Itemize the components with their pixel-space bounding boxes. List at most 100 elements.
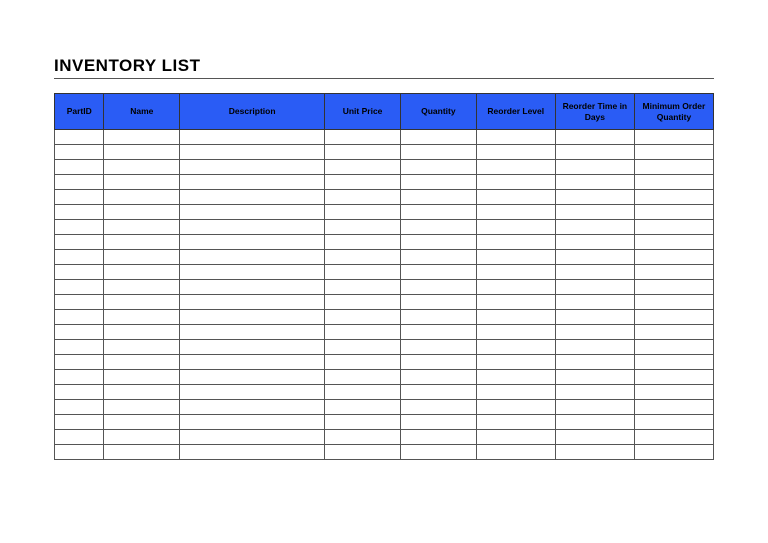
cell-reordertime[interactable] <box>555 235 634 250</box>
cell-reordertime[interactable] <box>555 295 634 310</box>
cell-description[interactable] <box>180 250 325 265</box>
cell-quantity[interactable] <box>400 325 476 340</box>
cell-name[interactable] <box>104 265 180 280</box>
cell-reordertime[interactable] <box>555 250 634 265</box>
cell-name[interactable] <box>104 325 180 340</box>
cell-name[interactable] <box>104 160 180 175</box>
cell-minorder[interactable] <box>634 400 713 415</box>
cell-quantity[interactable] <box>400 340 476 355</box>
cell-quantity[interactable] <box>400 175 476 190</box>
cell-minorder[interactable] <box>634 295 713 310</box>
cell-reorderlevel[interactable] <box>476 340 555 355</box>
cell-quantity[interactable] <box>400 235 476 250</box>
cell-minorder[interactable] <box>634 430 713 445</box>
cell-partid[interactable] <box>55 145 104 160</box>
cell-description[interactable] <box>180 130 325 145</box>
cell-reordertime[interactable] <box>555 220 634 235</box>
cell-quantity[interactable] <box>400 220 476 235</box>
cell-minorder[interactable] <box>634 145 713 160</box>
cell-partid[interactable] <box>55 430 104 445</box>
cell-name[interactable] <box>104 235 180 250</box>
cell-reorderlevel[interactable] <box>476 235 555 250</box>
cell-minorder[interactable] <box>634 325 713 340</box>
cell-minorder[interactable] <box>634 385 713 400</box>
cell-quantity[interactable] <box>400 385 476 400</box>
cell-quantity[interactable] <box>400 190 476 205</box>
cell-unitprice[interactable] <box>325 235 401 250</box>
cell-unitprice[interactable] <box>325 250 401 265</box>
cell-description[interactable] <box>180 280 325 295</box>
cell-reorderlevel[interactable] <box>476 415 555 430</box>
cell-unitprice[interactable] <box>325 415 401 430</box>
cell-description[interactable] <box>180 340 325 355</box>
cell-name[interactable] <box>104 310 180 325</box>
cell-partid[interactable] <box>55 160 104 175</box>
cell-partid[interactable] <box>55 205 104 220</box>
cell-description[interactable] <box>180 205 325 220</box>
cell-reorderlevel[interactable] <box>476 310 555 325</box>
cell-reorderlevel[interactable] <box>476 205 555 220</box>
cell-minorder[interactable] <box>634 370 713 385</box>
cell-reorderlevel[interactable] <box>476 325 555 340</box>
cell-reordertime[interactable] <box>555 355 634 370</box>
cell-reordertime[interactable] <box>555 130 634 145</box>
cell-reordertime[interactable] <box>555 400 634 415</box>
cell-quantity[interactable] <box>400 205 476 220</box>
cell-unitprice[interactable] <box>325 190 401 205</box>
cell-reorderlevel[interactable] <box>476 220 555 235</box>
cell-name[interactable] <box>104 205 180 220</box>
cell-reordertime[interactable] <box>555 190 634 205</box>
cell-name[interactable] <box>104 130 180 145</box>
cell-partid[interactable] <box>55 190 104 205</box>
cell-partid[interactable] <box>55 310 104 325</box>
cell-quantity[interactable] <box>400 265 476 280</box>
cell-name[interactable] <box>104 355 180 370</box>
cell-partid[interactable] <box>55 340 104 355</box>
cell-description[interactable] <box>180 235 325 250</box>
cell-partid[interactable] <box>55 445 104 460</box>
cell-minorder[interactable] <box>634 190 713 205</box>
cell-partid[interactable] <box>55 280 104 295</box>
cell-reorderlevel[interactable] <box>476 265 555 280</box>
cell-reorderlevel[interactable] <box>476 385 555 400</box>
cell-partid[interactable] <box>55 130 104 145</box>
cell-reordertime[interactable] <box>555 445 634 460</box>
cell-unitprice[interactable] <box>325 145 401 160</box>
cell-quantity[interactable] <box>400 295 476 310</box>
cell-minorder[interactable] <box>634 160 713 175</box>
cell-reorderlevel[interactable] <box>476 175 555 190</box>
cell-name[interactable] <box>104 220 180 235</box>
cell-reorderlevel[interactable] <box>476 130 555 145</box>
cell-reorderlevel[interactable] <box>476 430 555 445</box>
cell-unitprice[interactable] <box>325 400 401 415</box>
cell-name[interactable] <box>104 445 180 460</box>
cell-reorderlevel[interactable] <box>476 445 555 460</box>
cell-minorder[interactable] <box>634 340 713 355</box>
cell-quantity[interactable] <box>400 445 476 460</box>
cell-minorder[interactable] <box>634 130 713 145</box>
cell-reordertime[interactable] <box>555 370 634 385</box>
cell-quantity[interactable] <box>400 250 476 265</box>
cell-partid[interactable] <box>55 175 104 190</box>
cell-name[interactable] <box>104 430 180 445</box>
cell-reordertime[interactable] <box>555 385 634 400</box>
cell-description[interactable] <box>180 400 325 415</box>
cell-partid[interactable] <box>55 400 104 415</box>
cell-minorder[interactable] <box>634 310 713 325</box>
cell-quantity[interactable] <box>400 355 476 370</box>
cell-description[interactable] <box>180 355 325 370</box>
cell-reordertime[interactable] <box>555 205 634 220</box>
cell-quantity[interactable] <box>400 145 476 160</box>
cell-name[interactable] <box>104 400 180 415</box>
cell-description[interactable] <box>180 295 325 310</box>
cell-name[interactable] <box>104 370 180 385</box>
cell-description[interactable] <box>180 175 325 190</box>
cell-quantity[interactable] <box>400 400 476 415</box>
cell-name[interactable] <box>104 295 180 310</box>
cell-reordertime[interactable] <box>555 415 634 430</box>
cell-reorderlevel[interactable] <box>476 400 555 415</box>
cell-minorder[interactable] <box>634 250 713 265</box>
cell-quantity[interactable] <box>400 370 476 385</box>
cell-description[interactable] <box>180 415 325 430</box>
cell-unitprice[interactable] <box>325 175 401 190</box>
